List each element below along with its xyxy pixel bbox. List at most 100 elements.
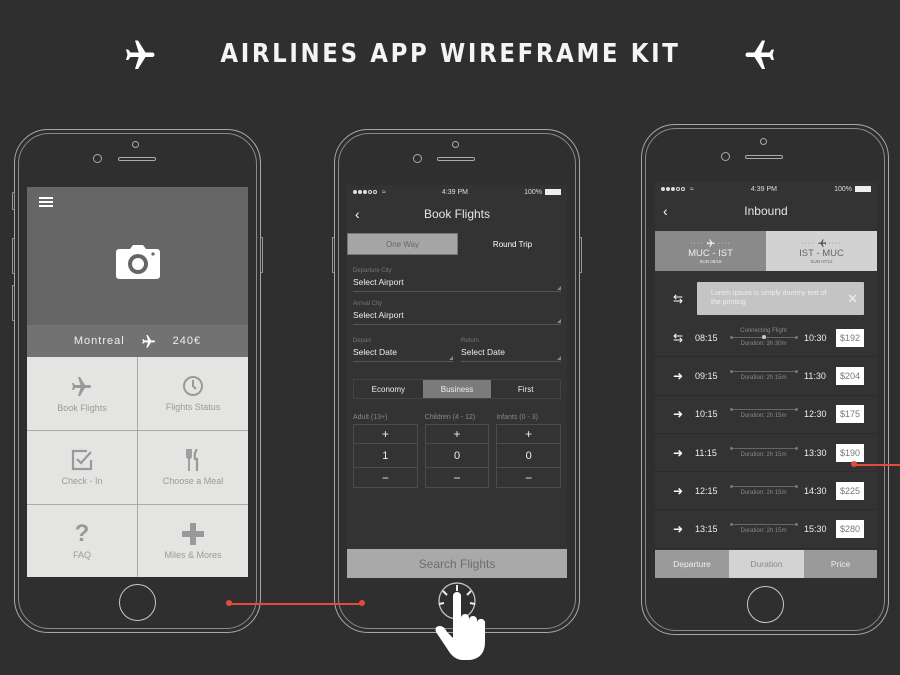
price-button[interactable]: $192 [836, 328, 864, 347]
status-bar: ≈ 4:39 PM 100% [655, 182, 877, 196]
arrival-time: 13:30 [804, 447, 827, 458]
status-time: 4:39 PM [750, 185, 777, 193]
flow-connector [229, 603, 363, 605]
screen-title: Inbound [744, 204, 788, 218]
front-camera [413, 154, 422, 163]
departure-time: 08:15 [695, 332, 718, 343]
tab-one-way[interactable]: One Way [347, 233, 458, 255]
notice-row: ⇆ Lorem Ipsum is simply dummy text of th… [655, 271, 877, 315]
timeline-line [729, 335, 798, 340]
increment-button[interactable]: + [425, 425, 489, 444]
sort-departure[interactable]: Departure [655, 550, 729, 578]
close-icon[interactable]: ✕ [847, 291, 858, 307]
tile-faq[interactable]: ? FAQ [27, 505, 137, 577]
sensor [760, 138, 767, 145]
flight-row[interactable]: ➜ 11:15 Duration: 2h 15m 13:30 $190 [655, 434, 877, 473]
tile-label: FAQ [72, 550, 91, 560]
return-date-field[interactable]: Return Select Date [461, 325, 561, 362]
sort-bar: Departure Duration Price [655, 550, 877, 578]
hamburger-icon[interactable] [39, 197, 53, 207]
increment-button[interactable]: + [497, 425, 561, 444]
airplane-right-icon: ···· ···· [690, 239, 731, 248]
passenger-label: Children (4 - 12) [424, 414, 476, 421]
decrement-button[interactable]: − [426, 468, 489, 487]
front-camera [721, 152, 730, 161]
tile-book-flights[interactable]: Book Flights [27, 357, 137, 430]
infants-count: 0 [497, 444, 561, 468]
price-button[interactable]: $204 [836, 366, 864, 385]
checkbox-icon [71, 449, 93, 471]
volume-down-button [12, 285, 15, 321]
hero-image [27, 187, 248, 325]
tile-miles[interactable]: Miles & Mores [138, 505, 248, 577]
tile-check-in[interactable]: Check - In [27, 431, 137, 504]
home-button[interactable] [747, 586, 784, 623]
book-flights-screen: ≈ 4:39 PM 100% ‹ Book Flights One Way Ro… [347, 185, 567, 578]
departure-city-select[interactable]: Select Airport [353, 277, 561, 292]
flight-row[interactable]: ⇆ 08:15 Connecting Flight Duration: 3h 30m 1… [655, 319, 877, 358]
flight-timeline: Duration: 2h 15m [729, 400, 798, 428]
home-button[interactable] [119, 584, 156, 621]
price-button[interactable]: $190 [836, 443, 864, 462]
sort-price[interactable]: Price [804, 550, 877, 578]
back-chevron-icon[interactable]: ‹ [663, 203, 668, 219]
decrement-button[interactable]: − [497, 468, 560, 487]
class-economy[interactable]: Economy [354, 380, 423, 398]
decrement-button[interactable]: − [354, 468, 417, 487]
tab-return-leg[interactable]: ···· ···· IST - MUC SUN 07/12 [766, 231, 877, 271]
depart-date-field[interactable]: Depart Select Date [353, 325, 453, 362]
route-city: Montreal [73, 335, 125, 347]
class-business[interactable]: Business [422, 380, 492, 398]
clock-icon [183, 376, 203, 396]
arrival-time: 11:30 [804, 370, 826, 381]
tab-round-trip[interactable]: Round Trip [458, 233, 567, 255]
arrival-time: 12:30 [804, 409, 827, 420]
departure-time: 09:15 [695, 370, 718, 381]
search-flights-button[interactable]: Search Flights [347, 549, 567, 578]
tile-label: Check - In [61, 476, 103, 486]
price-button[interactable]: $225 [836, 481, 864, 500]
earpiece-speaker [118, 157, 156, 161]
nav-bar: ‹ Inbound [655, 196, 877, 226]
arrow-right-icon: ➜ [673, 368, 684, 383]
departure-city-field[interactable]: Departure City Select Airport [353, 255, 561, 292]
flight-timeline: Duration: 2h 15m [729, 515, 798, 543]
back-chevron-icon[interactable]: ‹ [355, 206, 360, 222]
airplane-icon [141, 335, 155, 348]
flight-duration: Duration: 3h 30m [740, 341, 787, 348]
increment-button[interactable]: + [354, 425, 417, 444]
flight-timeline: Duration: 2h 15m [729, 362, 798, 390]
flight-row[interactable]: ➜ 13:15 Duration: 2h 15m 15:30 $280 [655, 510, 877, 549]
arrival-city-select[interactable]: Select Airport [353, 310, 561, 325]
return-date-select[interactable]: Select Date [461, 347, 561, 362]
connector-dot [359, 600, 365, 606]
tab-outbound-leg[interactable]: ···· ···· MUC - IST SUN 05/18 [655, 231, 766, 271]
arrow-right-icon: ➜ [673, 483, 684, 498]
tile-choose-meal[interactable]: Choose a Meal [138, 431, 248, 504]
flight-timeline: Duration: 2h 15m [729, 439, 798, 467]
page-title: AIRLINES APP WIREFRAME KIT [219, 39, 681, 69]
front-camera [93, 154, 102, 163]
passenger-selectors: Adult (13+) + 1 − Children (4 - 12) + 0 … [353, 414, 562, 488]
flight-row[interactable]: ➜ 10:15 Duration: 2h 15m 12:30 $175 [655, 396, 877, 434]
arrival-time: 15:30 [804, 524, 827, 535]
depart-date-select[interactable]: Select Date [353, 347, 453, 362]
quantity-stepper: + 1 − [353, 424, 418, 488]
flight-timeline: Connecting Flight Duration: 3h 30m [729, 324, 798, 352]
featured-route[interactable]: Montreal 240€ [27, 325, 248, 357]
question-icon: ? [74, 520, 90, 547]
tap-gesture-icon [435, 582, 486, 660]
arrival-city-field[interactable]: Arrival City Select Airport [353, 292, 561, 325]
flight-row[interactable]: ➜ 09:15 Duration: 2h 15m 11:30 $204 [655, 357, 877, 396]
tile-flights-status[interactable]: Flights Status [138, 357, 248, 430]
price-button[interactable]: $175 [836, 405, 864, 424]
price-button[interactable]: $280 [836, 520, 864, 539]
notice-text: Lorem Ipsum is simply dummy text of the … [711, 290, 827, 306]
battery-level: 100% [524, 188, 542, 196]
flight-row[interactable]: ➜ 12:15 Duration: 2h 15m 14:30 $225 [655, 472, 877, 511]
sort-duration[interactable]: Duration [729, 550, 804, 578]
class-first[interactable]: First [491, 380, 560, 398]
airplane-icon [745, 40, 775, 69]
tile-label: Flights Status [165, 402, 221, 412]
stopover-dot [761, 335, 766, 340]
